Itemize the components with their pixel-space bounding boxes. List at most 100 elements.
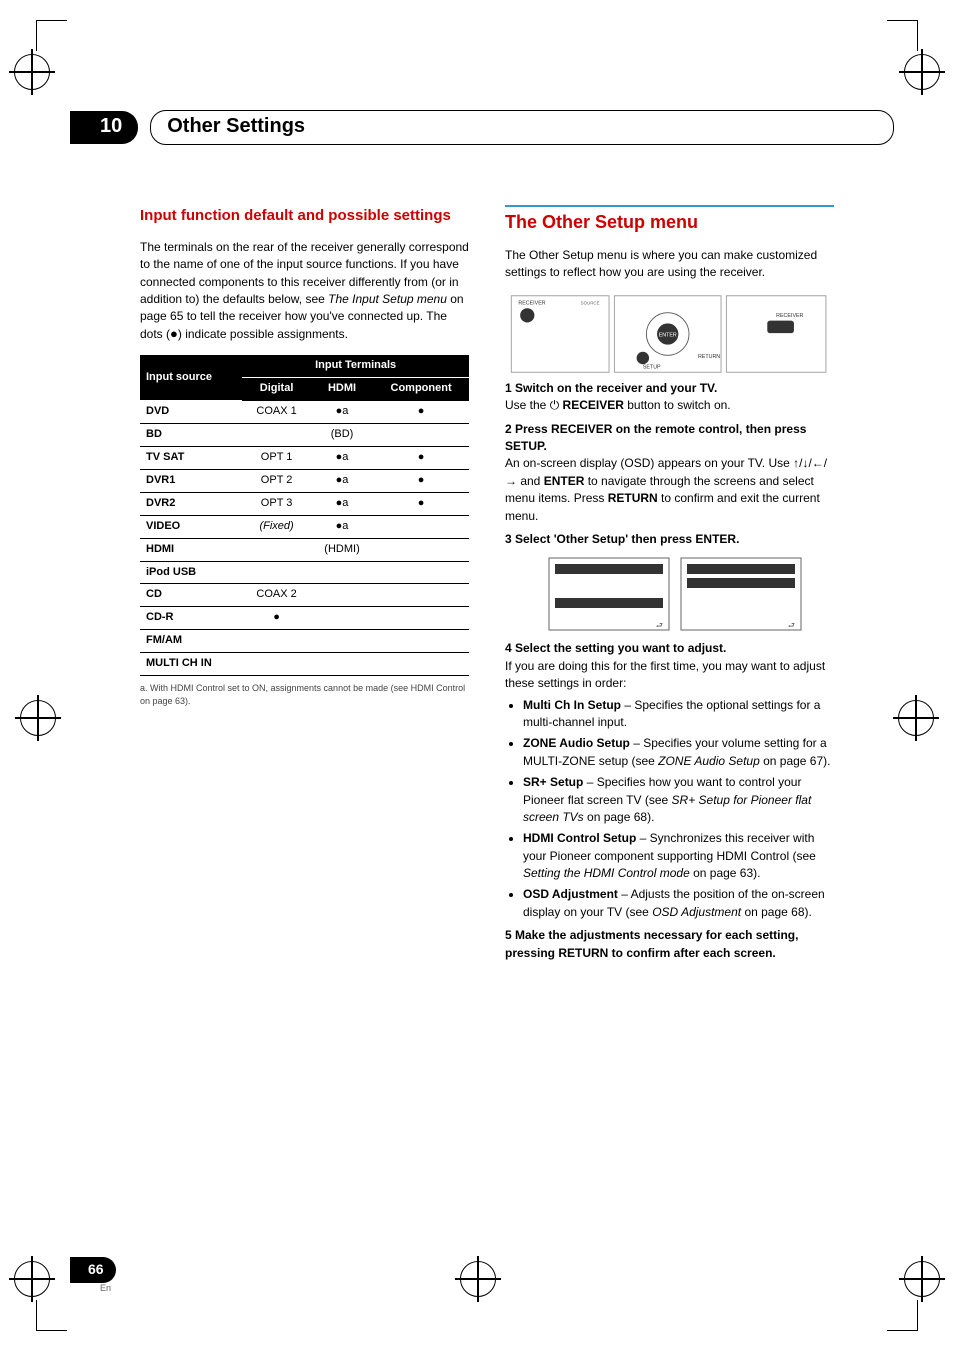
page-number: 66 bbox=[70, 1257, 116, 1283]
option-tail: on page 67). bbox=[760, 754, 831, 768]
remote-svg-icon: ENTER RECEIVER SOURCE SETUP RETURN RECEI… bbox=[505, 294, 834, 374]
svg-text:⮐: ⮐ bbox=[656, 621, 663, 630]
cell-digital bbox=[242, 423, 311, 446]
table-row: iPod USB bbox=[140, 561, 469, 584]
cell-component bbox=[373, 607, 469, 630]
option-name: Multi Ch In Setup bbox=[523, 698, 621, 712]
step-2-text: An on-screen display (OSD) appears on yo… bbox=[505, 456, 827, 522]
cell-hdmi: ●a bbox=[311, 469, 373, 492]
cell-src: MULTI CH IN bbox=[140, 653, 242, 676]
cell-src: CD-R bbox=[140, 607, 242, 630]
svg-text:RETURN: RETURN bbox=[698, 354, 720, 360]
left-column: Input function default and possible sett… bbox=[140, 205, 469, 966]
chapter-header: 10 Other Settings bbox=[70, 110, 894, 145]
option-ref: Setting the HDMI Control mode bbox=[523, 866, 690, 880]
table-header-hdmi: HDMI bbox=[311, 378, 373, 401]
step-1-label: 1 Switch on the receiver and your TV. bbox=[505, 381, 717, 395]
table-row: CD-R ● bbox=[140, 607, 469, 630]
crop-mark bbox=[36, 20, 67, 51]
registration-mark-icon bbox=[14, 54, 50, 90]
option-tail: on page 63). bbox=[690, 866, 761, 880]
intro-text: ) indicate possible assignments. bbox=[178, 327, 348, 341]
intro-paragraph: The terminals on the rear of the receive… bbox=[140, 239, 469, 343]
cell-digital: ● bbox=[242, 607, 311, 630]
cell-digital bbox=[242, 630, 311, 653]
step-2-label: 2 Press RECEIVER on the remote control, … bbox=[505, 422, 806, 453]
cell-hdmi: (BD) bbox=[311, 423, 373, 446]
cell-src: DVR2 bbox=[140, 492, 242, 515]
cell-component bbox=[373, 584, 469, 607]
options-list: Multi Ch In Setup – Specifies the option… bbox=[523, 697, 834, 922]
cell-digital bbox=[242, 538, 311, 561]
step-4-text: If you are doing this for the first time… bbox=[505, 659, 825, 690]
list-item: Multi Ch In Setup – Specifies the option… bbox=[523, 697, 834, 732]
table-row: CD COAX 2 bbox=[140, 584, 469, 607]
text-fragment: Use the bbox=[505, 398, 550, 412]
table-header-source: Input source bbox=[140, 355, 242, 400]
cell-component bbox=[373, 653, 469, 676]
table-row: DVD COAX 1 ●a ● bbox=[140, 400, 469, 423]
crop-mark bbox=[887, 1300, 918, 1331]
cell-digital: OPT 2 bbox=[242, 469, 311, 492]
page-language: En bbox=[100, 1283, 111, 1293]
cell-src: BD bbox=[140, 423, 242, 446]
cell-component: ● bbox=[373, 469, 469, 492]
option-ref: ZONE Audio Setup bbox=[658, 754, 760, 768]
option-name: OSD Adjustment bbox=[523, 887, 618, 901]
registration-mark-icon bbox=[14, 1261, 50, 1297]
step-4-label: 4 Select the setting you want to adjust. bbox=[505, 641, 726, 655]
registration-mark-icon bbox=[904, 54, 940, 90]
step-1: 1 Switch on the receiver and your TV. Us… bbox=[505, 380, 834, 415]
table-row: HDMI (HDMI) bbox=[140, 538, 469, 561]
osd-screenshot: ⮐ ⮐ bbox=[545, 554, 805, 634]
list-item: SR+ Setup – Specifies how you want to co… bbox=[523, 774, 834, 826]
table-footnote: a. With HDMI Control set to ON, assignme… bbox=[140, 682, 469, 708]
option-name: ZONE Audio Setup bbox=[523, 736, 630, 750]
table-row: FM/AM bbox=[140, 630, 469, 653]
svg-text:SOURCE: SOURCE bbox=[581, 301, 600, 306]
cell-hdmi bbox=[311, 653, 373, 676]
list-item: HDMI Control Setup – Synchronizes this r… bbox=[523, 830, 834, 882]
registration-mark-icon bbox=[904, 1261, 940, 1297]
section-heading-other-setup: The Other Setup menu bbox=[505, 209, 834, 235]
cell-hdmi bbox=[311, 561, 373, 584]
document-page: 10 Other Settings Input function default… bbox=[0, 0, 954, 1351]
right-column: The Other Setup menu The Other Setup men… bbox=[505, 205, 834, 966]
cell-src: VIDEO bbox=[140, 515, 242, 538]
table-row: VIDEO (Fixed) ●a bbox=[140, 515, 469, 538]
cell-digital: OPT 3 bbox=[242, 492, 311, 515]
bullet-dot-icon: ● bbox=[170, 326, 178, 341]
cell-digital: COAX 2 bbox=[242, 584, 311, 607]
chapter-title: Other Settings bbox=[150, 110, 894, 145]
svg-text:⮐: ⮐ bbox=[788, 621, 795, 630]
cell-hdmi: (HDMI) bbox=[311, 538, 373, 561]
cell-hdmi: ●a bbox=[311, 515, 373, 538]
step-3: 3 Select 'Other Setup' then press ENTER. bbox=[505, 531, 834, 548]
section-heading-input-function: Input function default and possible sett… bbox=[140, 205, 469, 227]
cell-hdmi: ●a bbox=[311, 446, 373, 469]
cell-src: DVR1 bbox=[140, 469, 242, 492]
option-tail: on page 68). bbox=[584, 810, 655, 824]
cell-hdmi bbox=[311, 607, 373, 630]
cell-hdmi bbox=[311, 630, 373, 653]
cell-component bbox=[373, 538, 469, 561]
cell-component bbox=[373, 630, 469, 653]
crop-mark bbox=[36, 1300, 67, 1331]
option-ref: OSD Adjustment bbox=[652, 905, 741, 919]
cell-component: ● bbox=[373, 400, 469, 423]
chapter-number-pill: 10 bbox=[70, 111, 138, 144]
step-3-label: 3 Select 'Other Setup' then press ENTER. bbox=[505, 532, 739, 546]
cell-src: iPod USB bbox=[140, 561, 242, 584]
step-5: 5 Make the adjustments necessary for eac… bbox=[505, 927, 834, 962]
cell-component bbox=[373, 561, 469, 584]
step-4: 4 Select the setting you want to adjust.… bbox=[505, 640, 834, 692]
svg-text:ENTER: ENTER bbox=[659, 333, 677, 339]
cell-component bbox=[373, 515, 469, 538]
svg-text:SETUP: SETUP bbox=[643, 365, 661, 371]
step-5-label: 5 Make the adjustments necessary for eac… bbox=[505, 928, 798, 959]
content-columns: Input function default and possible sett… bbox=[140, 205, 834, 966]
text-fragment: An on-screen display (OSD) appears on yo… bbox=[505, 456, 793, 470]
cell-hdmi: ●a bbox=[311, 400, 373, 423]
table-header-component: Component bbox=[373, 378, 469, 401]
section-intro: The Other Setup menu is where you can ma… bbox=[505, 247, 834, 282]
